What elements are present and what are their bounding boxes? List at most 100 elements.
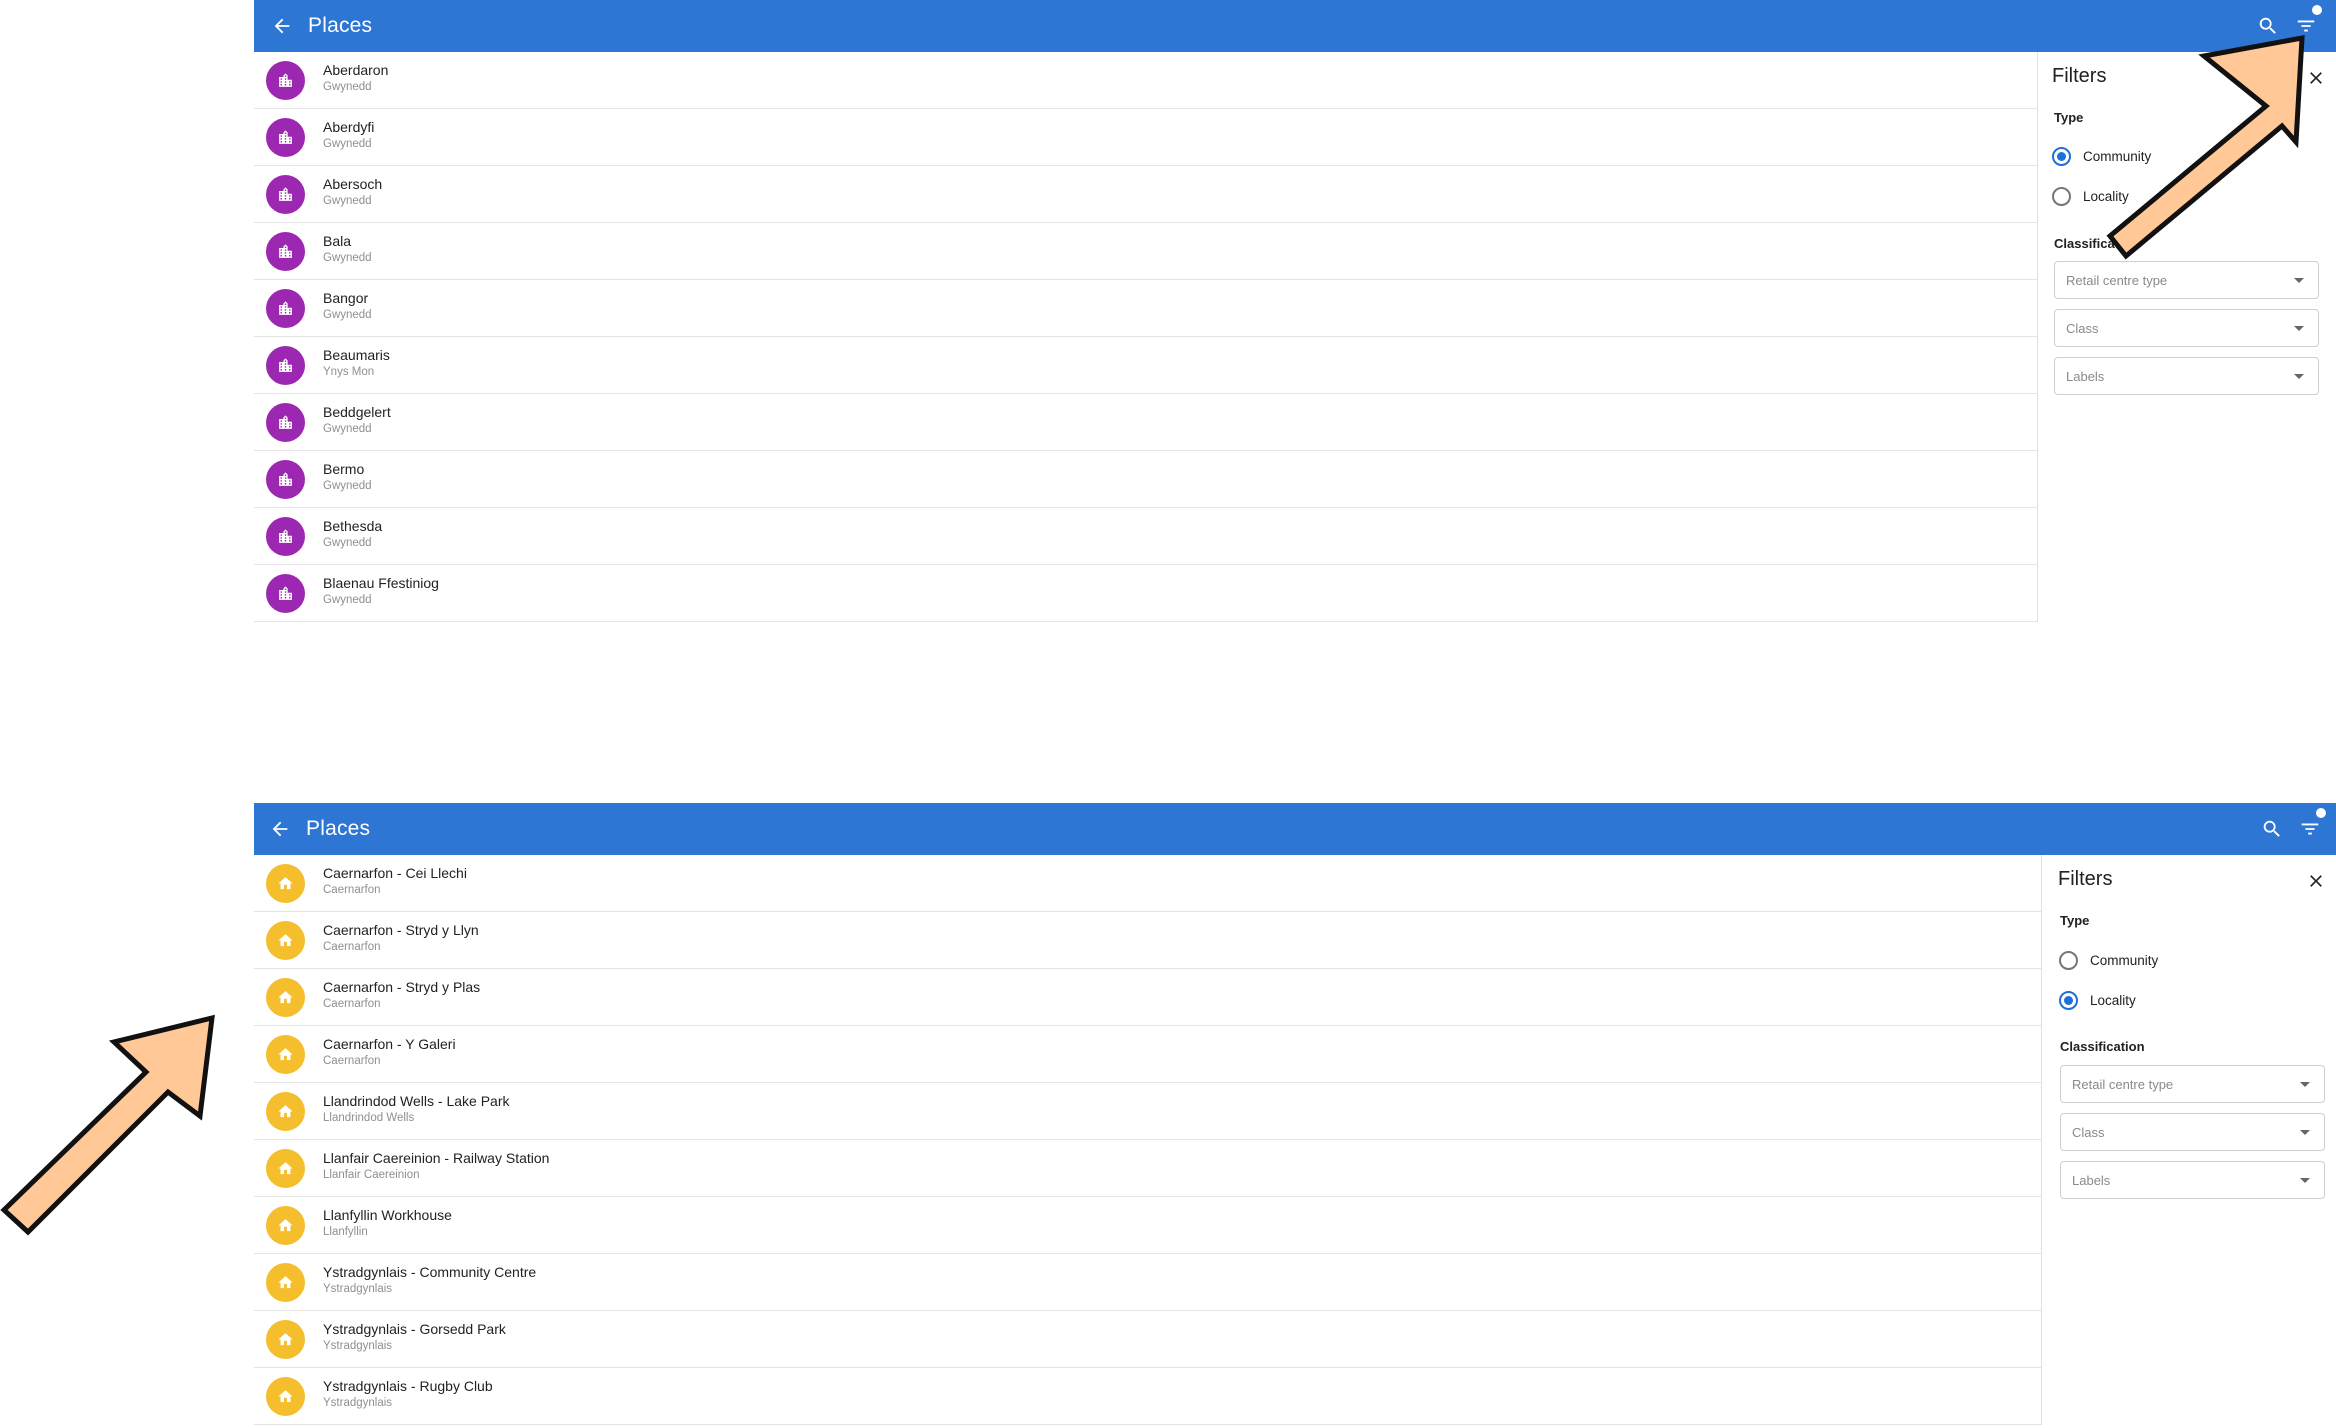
city-icon [266, 289, 305, 328]
retail-centre-type-select[interactable]: Retail centre type [2060, 1065, 2325, 1103]
city-icon [266, 61, 305, 100]
select-value: Retail centre type [2072, 1077, 2174, 1092]
arrow-back-icon[interactable] [264, 813, 296, 845]
place-name: Beaumaris [323, 347, 390, 363]
place-area: Llanfyllin [323, 1226, 368, 1238]
close-icon[interactable] [2302, 867, 2330, 895]
class-select[interactable]: Class [2054, 309, 2319, 347]
list-item[interactable]: Bermo Gwynedd [254, 451, 2037, 508]
home-icon [266, 1263, 305, 1302]
list-item[interactable]: Abersoch Gwynedd [254, 166, 2037, 223]
list-item[interactable]: Ystradgynlais - Gorsedd Park Ystradgynlai… [254, 1311, 2041, 1368]
place-area: Llandrindod Wells [323, 1112, 415, 1124]
list-item[interactable]: Llanfyllin Workhouse Llanfyllin [254, 1197, 2041, 1254]
arrow-back-icon[interactable] [266, 10, 298, 42]
city-icon [266, 346, 305, 385]
list-item[interactable]: Beddgelert Gwynedd [254, 394, 2037, 451]
radio-label: Locality [2090, 992, 2136, 1008]
place-area: Ystradgynlais [323, 1283, 393, 1295]
city-icon [266, 118, 305, 157]
city-icon [266, 403, 305, 442]
page-title: Places [308, 14, 373, 37]
home-icon [266, 864, 305, 903]
place-name: Bangor [323, 290, 369, 306]
filter-list-icon[interactable] [2294, 808, 2326, 845]
place-area: Caernarfon [323, 941, 381, 953]
annotation-arrow-bottom-left [0, 1014, 215, 1236]
place-area: Gwynedd [323, 138, 372, 150]
place-name: Caernarfon - Stryd y Llyn [323, 922, 479, 938]
list-item[interactable]: Llandrindod Wells - Lake Park Llandrindod… [254, 1083, 2041, 1140]
labels-select[interactable]: Labels [2054, 357, 2319, 395]
city-icon [266, 232, 305, 271]
place-name: Ystradgynlais - Gorsedd Park [323, 1321, 506, 1337]
filters-title: Filters [2058, 868, 2113, 890]
city-icon [266, 517, 305, 556]
dropdown-arrow-icon [2294, 278, 2304, 283]
list-item[interactable]: Bala Gwynedd [254, 223, 2037, 280]
dropdown-arrow-icon [2300, 1178, 2310, 1183]
radio-locality[interactable]: Locality [2059, 988, 2136, 1012]
home-icon [266, 1149, 305, 1188]
classification-section-label: Classification [2060, 1039, 2145, 1054]
place-area: Gwynedd [323, 81, 372, 93]
city-icon [266, 574, 305, 613]
home-icon [266, 1092, 305, 1131]
places-list: Aberdaron Gwynedd Aberdyfi Gwynedd Abersoch G… [254, 52, 2038, 622]
place-area: Caernarfon [323, 884, 381, 896]
home-icon [266, 1035, 305, 1074]
home-icon [266, 978, 305, 1017]
list-item[interactable]: Aberdaron Gwynedd [254, 52, 2037, 109]
home-icon [266, 1206, 305, 1245]
select-value: Retail centre type [2066, 273, 2168, 288]
list-item[interactable]: Bethesda Gwynedd [254, 508, 2037, 565]
list-item[interactable]: Ystradgynlais - Community Centre Ystradgy… [254, 1254, 2041, 1311]
home-icon [266, 1320, 305, 1359]
place-name: Bethesda [323, 518, 383, 534]
retail-centre-type-select[interactable]: Retail centre type [2054, 261, 2319, 299]
place-area: Ystradgynlais [323, 1397, 393, 1409]
list-item[interactable]: Beaumaris Ynys Mon [254, 337, 2037, 394]
type-section-label: Type [2060, 913, 2090, 928]
radio-circle [2059, 950, 2078, 970]
labels-select[interactable]: Labels [2060, 1161, 2325, 1199]
place-name: Aberdaron [323, 62, 389, 78]
place-area: Ynys Mon [323, 366, 375, 378]
app-bar: Places [254, 803, 2336, 855]
places-screen-locality: Places Caernarfon - Cei Llechi Caernarfon… [254, 803, 2336, 1428]
app-bar: Places [254, 0, 2336, 52]
search-icon[interactable] [2256, 813, 2288, 845]
radio-label: Community [2090, 952, 2159, 968]
radio-community[interactable]: Community [2059, 948, 2158, 972]
annotation-arrow-top-right [2106, 34, 2305, 260]
dropdown-arrow-icon [2300, 1130, 2310, 1135]
place-name: Llandrindod Wells - Lake Park [323, 1093, 510, 1109]
home-icon [266, 921, 305, 960]
home-icon [266, 1377, 305, 1416]
list-item[interactable]: Llanfair Caereinion - Railway Station Lla… [254, 1140, 2041, 1197]
list-item[interactable]: Caernarfon - Cei Llechi Caernarfon [254, 855, 2041, 912]
place-name: Bala [323, 233, 352, 249]
place-area: Caernarfon [323, 998, 381, 1010]
list-item[interactable]: Caernarfon - Y Galeri Caernarfon [254, 1026, 2041, 1083]
place-name: Caernarfon - Stryd y Plas [323, 979, 481, 995]
place-name: Abersoch [323, 176, 383, 192]
list-item[interactable]: Ystradgynlais - Rugby Club Ystradgynlais [254, 1368, 2041, 1425]
place-name: Aberdyfi [323, 119, 375, 135]
radio-circle [2059, 990, 2078, 1010]
list-item[interactable]: Aberdyfi Gwynedd [254, 109, 2037, 166]
list-item[interactable]: Caernarfon - Stryd y Llyn Caernarfon [254, 912, 2041, 969]
list-item[interactable]: Blaenau Ffestiniog Gwynedd [254, 565, 2037, 622]
filters-panel: Filters Type Community Locality Classifi… [2042, 855, 2336, 1428]
filter-active-dot [2316, 808, 2326, 818]
list-item[interactable]: Bangor Gwynedd [254, 280, 2037, 337]
radio-circle [2052, 186, 2071, 206]
place-name: Ystradgynlais - Community Centre [323, 1264, 537, 1280]
place-name: Llanfyllin Workhouse [323, 1207, 452, 1223]
place-area: Caernarfon [323, 1055, 381, 1067]
class-select[interactable]: Class [2060, 1113, 2325, 1151]
place-area: Gwynedd [323, 480, 372, 492]
place-name: Blaenau Ffestiniog [323, 575, 439, 591]
list-item[interactable]: Caernarfon - Stryd y Plas Caernarfon [254, 969, 2041, 1026]
dropdown-arrow-icon [2300, 1082, 2310, 1087]
